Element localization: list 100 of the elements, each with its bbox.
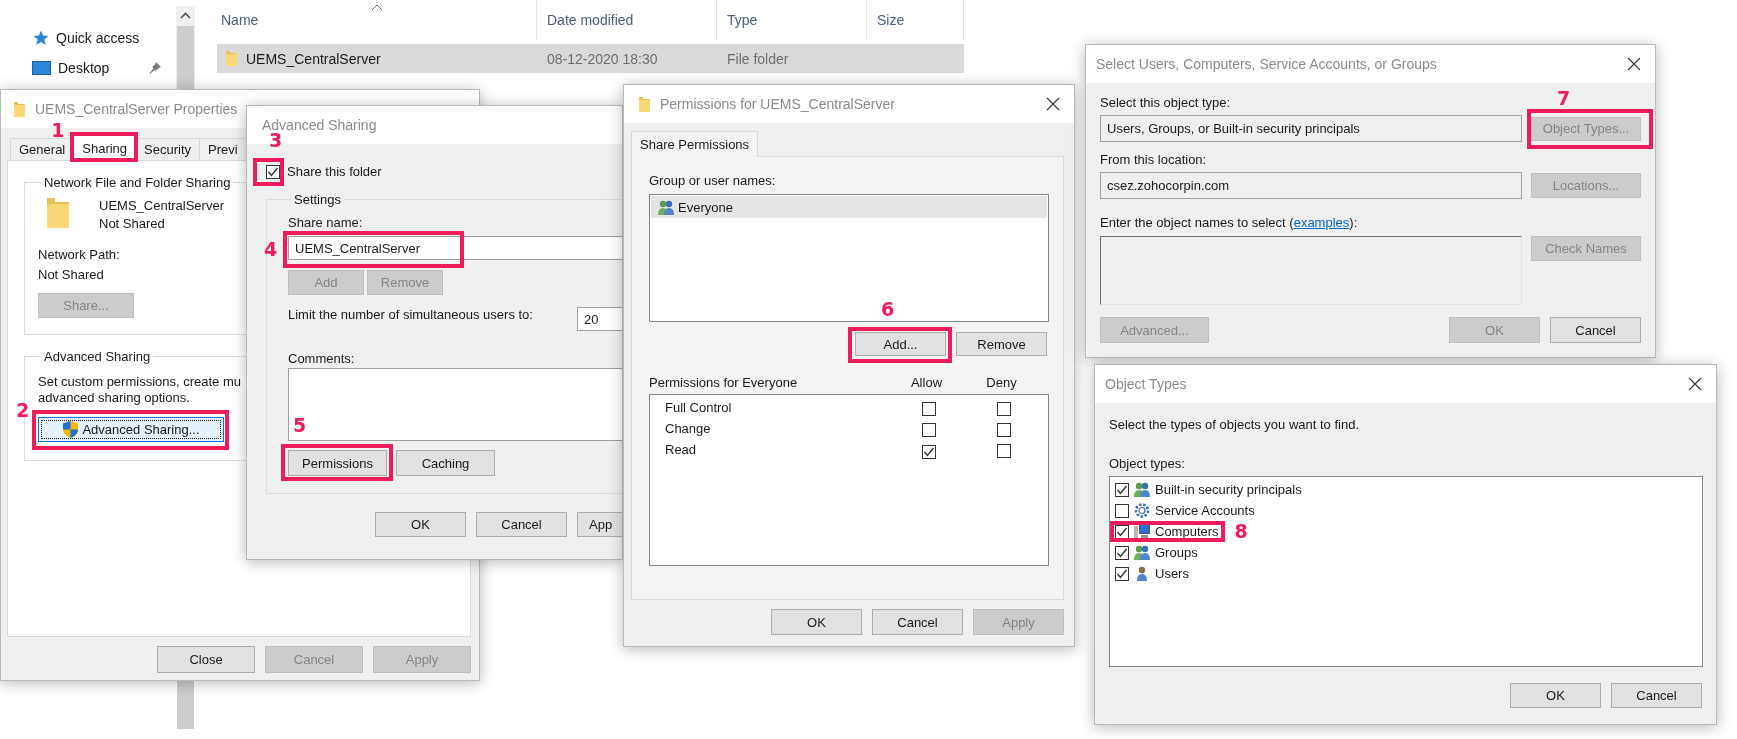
folder-icon xyxy=(45,196,71,230)
people-icon xyxy=(657,198,675,216)
file-row[interactable]: UEMS_CentralServer 08-12-2020 18:30 File folder xyxy=(217,44,964,73)
file-type: File folder xyxy=(727,50,789,67)
cancel-button[interactable]: Cancel xyxy=(1550,317,1641,343)
caching-button[interactable]: Caching xyxy=(396,450,495,476)
users-label: Group or user names: xyxy=(649,173,776,188)
cancel-button[interactable]: Cancel xyxy=(872,609,963,635)
scrollbar[interactable] xyxy=(176,6,195,89)
object-type-item[interactable]: Computers xyxy=(1115,523,1219,540)
comments-field[interactable] xyxy=(288,368,622,441)
window-title: Object Types xyxy=(1105,376,1187,392)
gear-icon xyxy=(1133,502,1151,519)
add-button[interactable]: Add... xyxy=(855,332,946,356)
user-limit-field[interactable]: 20 xyxy=(577,307,622,331)
step-number: 4 xyxy=(264,239,278,259)
scrollbar-thumb[interactable] xyxy=(177,681,194,729)
tab[interactable]: Share Permissions xyxy=(631,131,759,157)
location-field: csez.zohocorpin.com xyxy=(1100,172,1522,199)
folder-icon xyxy=(225,50,238,67)
share-name-field[interactable]: UEMS_CentralServer xyxy=(288,236,622,260)
checkbox[interactable] xyxy=(921,444,936,459)
cancel-button[interactable]: Cancel xyxy=(476,512,567,537)
deny-header: Deny xyxy=(986,375,1017,390)
column-header[interactable]: Name xyxy=(221,12,259,28)
object-types-label: Object types: xyxy=(1109,456,1185,471)
window-title: UEMS_CentralServer Properties xyxy=(35,101,238,117)
names-field[interactable] xyxy=(1100,236,1522,305)
ok-button[interactable]: OK xyxy=(771,609,862,635)
people-icon xyxy=(1133,481,1151,498)
step-number: 8 xyxy=(1234,521,1248,541)
close-button[interactable]: Close xyxy=(157,646,255,673)
ok-button[interactable]: OK xyxy=(375,512,466,537)
column-header[interactable]: Date modified xyxy=(547,12,634,28)
share-status: Not Shared xyxy=(99,216,165,231)
nav-item[interactable]: Quick access xyxy=(0,27,176,49)
checkbox[interactable] xyxy=(1115,503,1129,518)
checkbox-label[interactable]: Share this folder xyxy=(287,164,382,179)
step-number: 7 xyxy=(1557,87,1571,108)
examples-link[interactable]: examples xyxy=(1293,215,1350,230)
step-number: 5 xyxy=(293,415,307,435)
highlight-frame xyxy=(253,157,284,186)
checkbox[interactable] xyxy=(921,423,936,437)
allow-header: Allow xyxy=(910,375,943,390)
scrollbar-thumb[interactable] xyxy=(177,26,194,89)
checkbox[interactable] xyxy=(921,402,936,416)
step-number: 1 xyxy=(51,120,65,140)
names-label: Enter the object names to select (examples): xyxy=(1100,215,1358,230)
group-title: Network File and Folder Sharing xyxy=(43,175,232,190)
remove-button[interactable]: Remove xyxy=(956,332,1047,356)
shield-icon xyxy=(62,420,80,439)
star-icon xyxy=(32,30,49,46)
folder-name: UEMS_CentralServer xyxy=(99,198,224,213)
object-type-item[interactable]: Groups xyxy=(1115,544,1198,561)
column-header[interactable]: Size xyxy=(877,12,905,28)
description-text: Set custom permissions, create mu advanced sharing options. xyxy=(38,374,243,406)
window-title: Select Users, Computers, Service Accounts, or Groups xyxy=(1096,56,1437,72)
object-type-item[interactable]: Service Accounts xyxy=(1115,502,1255,519)
folder-icon xyxy=(638,95,651,113)
advanced-sharing-button[interactable]: Advanced Sharing... xyxy=(38,417,224,442)
column-header[interactable]: Type xyxy=(727,12,758,28)
close-icon[interactable] xyxy=(1688,377,1702,391)
comments-label: Comments: xyxy=(288,351,355,366)
step-number: 6 xyxy=(881,299,895,319)
group-title: Advanced Sharing xyxy=(43,349,152,364)
apply-button[interactable]: App xyxy=(577,512,622,537)
user-item[interactable]: Everyone xyxy=(651,196,1047,218)
permissions-label: Permissions for Everyone xyxy=(649,375,798,390)
share-name-label: Share name: xyxy=(288,215,363,230)
object-type-label: Select this object type: xyxy=(1100,95,1231,110)
network-path-value: Not Shared xyxy=(38,267,104,282)
permission-name: Full Control xyxy=(665,400,732,415)
object-type-item[interactable]: Built-in security principals xyxy=(1115,481,1302,498)
window-title: Permissions for UEMS_CentralServer xyxy=(660,96,895,112)
ok-button[interactable]: OK xyxy=(1510,683,1601,708)
computer-icon xyxy=(1133,523,1151,540)
object-type-item[interactable]: Users xyxy=(1115,565,1189,582)
permissions-button[interactable]: Permissions xyxy=(288,450,387,476)
permission-name: Change xyxy=(665,421,711,436)
checkbox[interactable] xyxy=(1115,545,1129,560)
nav-item[interactable]: Desktop xyxy=(0,57,176,79)
object-type-field: Users, Groups, or Built-in security principals xyxy=(1100,115,1522,142)
checkbox[interactable] xyxy=(1115,566,1129,581)
cancel-button[interactable]: Cancel xyxy=(1611,683,1702,708)
checkbox[interactable] xyxy=(266,164,280,179)
location-label: From this location: xyxy=(1100,152,1207,167)
step-number: 2 xyxy=(16,400,30,420)
desktop-icon xyxy=(32,61,51,75)
checkbox[interactable] xyxy=(996,423,1011,437)
network-path-label: Network Path: xyxy=(38,247,120,262)
people-icon xyxy=(1133,544,1151,561)
group-title: Settings xyxy=(293,192,342,207)
close-icon[interactable] xyxy=(1046,97,1060,111)
checkbox[interactable] xyxy=(996,444,1011,458)
checkbox[interactable] xyxy=(996,402,1011,416)
folder-icon xyxy=(13,100,26,118)
permission-name: Read xyxy=(665,442,697,457)
file-date: 08-12-2020 18:30 xyxy=(547,50,658,67)
close-icon[interactable] xyxy=(1627,57,1641,71)
checkbox[interactable] xyxy=(1115,482,1129,497)
